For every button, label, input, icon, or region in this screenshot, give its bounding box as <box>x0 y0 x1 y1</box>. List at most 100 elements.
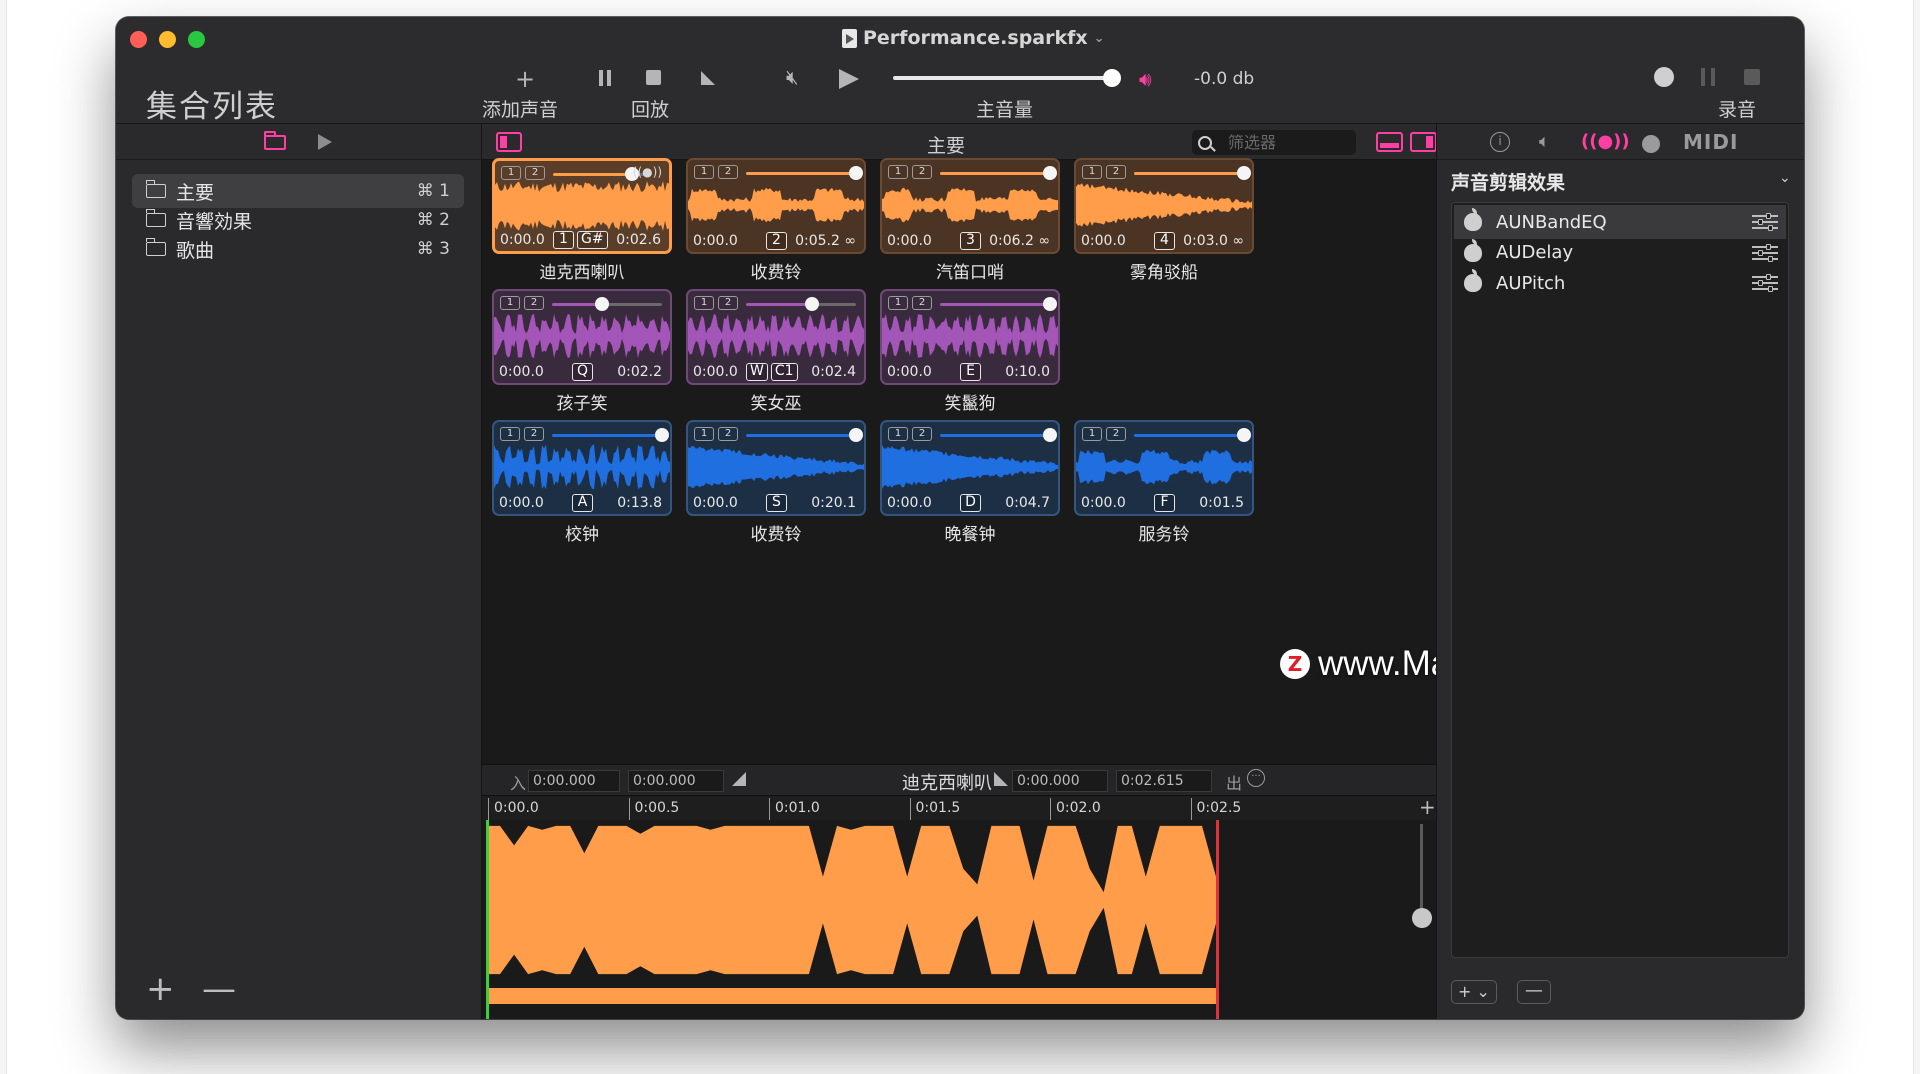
stop-icon[interactable] <box>646 70 661 85</box>
zoom-knob[interactable] <box>1412 908 1432 928</box>
channel-chip[interactable]: 1 <box>1082 165 1102 179</box>
tile-volume-knob[interactable] <box>1043 166 1057 180</box>
effect-settings-icon[interactable] <box>1752 243 1778 263</box>
volume-icon[interactable]: 🔈︎ <box>1539 131 1550 152</box>
channel-chip[interactable]: 2 <box>912 165 932 179</box>
tile-volume-knob[interactable] <box>594 297 609 311</box>
channel-chip[interactable]: 2 <box>524 296 544 310</box>
record-stop-icon[interactable] <box>1744 69 1760 85</box>
folder-icon[interactable] <box>264 131 286 150</box>
mute-icon[interactable]: 🔇︎ <box>786 67 799 87</box>
record-pause-icon[interactable] <box>1701 68 1715 86</box>
tile-volume-slider[interactable] <box>1134 434 1244 437</box>
sound-tile-box[interactable]: 1 2 0:00.0 0:01.5 F <box>1074 420 1254 516</box>
sound-tile-box[interactable]: 1 2 0:00.0 0:02.2 Q <box>492 289 672 385</box>
chevron-down-icon[interactable]: ⌄ <box>1779 170 1791 186</box>
end-marker[interactable] <box>1216 820 1219 1019</box>
info-icon[interactable]: i <box>1490 132 1510 152</box>
sound-tile-box[interactable]: 1 2 ((●)) 0:00.0 0:02.6 1 G# <box>492 158 672 254</box>
channel-chip[interactable]: 2 <box>718 296 738 310</box>
fade-out-editor-icon[interactable] <box>994 771 1008 790</box>
minimize-window-button[interactable] <box>159 31 176 48</box>
tile-volume-slider[interactable] <box>1134 172 1244 175</box>
channel-chip[interactable]: 2 <box>524 427 544 441</box>
channel-chip[interactable]: 1 <box>888 165 908 179</box>
window-title[interactable]: Performance.sparkfx ⌄ <box>842 25 1105 51</box>
channel-chip[interactable]: 1 <box>694 296 714 310</box>
master-volume-knob[interactable] <box>1103 69 1121 87</box>
channel-chip[interactable]: 1 <box>501 166 521 180</box>
master-volume-slider[interactable] <box>893 76 1113 80</box>
sound-tile-box[interactable]: 1 2 0:00.0 0:04.7 D <box>880 420 1060 516</box>
toggle-editor-icon[interactable] <box>1376 132 1403 152</box>
sound-tile-box[interactable]: 1 2 0:00.0 0:20.1 S <box>686 420 866 516</box>
sound-tile-box[interactable]: 1 2 0:00.0 0:03.0 ∞ 4 <box>1074 158 1254 254</box>
channel-chip[interactable]: 2 <box>718 165 738 179</box>
editor-waveform[interactable] <box>486 820 1398 1019</box>
in-start-field[interactable]: 0:00.000 <box>528 770 620 792</box>
zoom-slider[interactable] <box>1420 824 1423 914</box>
add-sound-label[interactable]: 添加声音 <box>482 95 558 122</box>
add-sound-icon[interactable]: + <box>515 67 535 91</box>
sound-tile-box[interactable]: 1 2 0:00.0 0:13.8 A <box>492 420 672 516</box>
tile-volume-knob[interactable] <box>1043 428 1057 442</box>
add-effect-button[interactable]: + ⌄ <box>1451 980 1497 1004</box>
sound-tile[interactable]: 1 2 0:00.0 0:06.2 ∞ 3 汽笛口哨 <box>880 158 1060 283</box>
sound-tile[interactable]: 1 2 0:00.0 0:13.8 A 校钟 <box>492 420 672 545</box>
sound-tile[interactable]: 1 2 0:00.0 0:10.0 E 笑鬣狗 <box>880 289 1060 414</box>
fade-in-icon[interactable] <box>732 771 746 790</box>
more-options-icon[interactable]: ··· <box>1247 769 1265 787</box>
tile-volume-knob[interactable] <box>1043 297 1057 311</box>
tile-volume-slider[interactable] <box>552 434 662 437</box>
channel-chip[interactable]: 1 <box>694 427 714 441</box>
tile-volume-slider[interactable] <box>940 172 1050 175</box>
effect-item[interactable]: AUDelay <box>1454 236 1786 270</box>
tile-volume-slider[interactable] <box>746 303 812 306</box>
sound-tile[interactable]: 1 2 0:00.0 0:20.1 S 收费铃 <box>686 420 866 545</box>
channel-chip[interactable]: 1 <box>500 427 520 441</box>
effect-settings-icon[interactable] <box>1752 273 1778 293</box>
play-icon[interactable] <box>839 69 859 89</box>
sound-tile[interactable]: 1 2 0:00.0 0:02.2 Q 孩子笑 <box>492 289 672 414</box>
effect-settings-icon[interactable] <box>1752 212 1778 232</box>
close-window-button[interactable] <box>130 31 147 48</box>
channel-chip[interactable]: 1 <box>888 427 908 441</box>
midi-tab[interactable]: MIDI <box>1683 130 1738 154</box>
channel-chip[interactable]: 2 <box>718 427 738 441</box>
broadcast-icon[interactable]: ((●)) <box>1581 131 1630 152</box>
sound-tile-box[interactable]: 1 2 0:00.0 0:06.2 ∞ 3 <box>880 158 1060 254</box>
play-list-icon[interactable] <box>318 134 332 150</box>
channel-chip[interactable]: 2 <box>525 166 545 180</box>
effect-item[interactable]: AUNBandEQ <box>1454 205 1786 239</box>
pause-icon[interactable] <box>599 70 611 86</box>
channel-chip[interactable]: 1 <box>1082 427 1102 441</box>
tile-volume-knob[interactable] <box>1237 428 1251 442</box>
zoom-in-icon[interactable]: + <box>1419 795 1436 819</box>
channel-chip[interactable]: 2 <box>912 296 932 310</box>
effect-item[interactable]: AUPitch <box>1454 266 1786 300</box>
start-marker[interactable] <box>486 820 489 1019</box>
tile-volume-knob[interactable] <box>849 166 863 180</box>
remove-set-icon[interactable]: — <box>202 972 236 1006</box>
sidebar-item[interactable]: 歌曲 ⌘ 3 <box>132 232 464 266</box>
sound-tile[interactable]: 1 2 0:00.0 0:01.5 F 服务铃 <box>1074 420 1254 545</box>
tile-volume-slider[interactable] <box>940 434 1050 437</box>
tile-volume-knob[interactable] <box>1237 166 1251 180</box>
sound-tile[interactable]: 1 2 0:00.0 0:03.0 ∞ 4 雾角驳船 <box>1074 158 1254 283</box>
remove-effect-button[interactable]: — <box>1517 980 1551 1004</box>
sound-tile-box[interactable]: 1 2 0:00.0 0:05.2 ∞ 2 <box>686 158 866 254</box>
tile-volume-slider[interactable] <box>553 173 633 176</box>
channel-chip[interactable]: 1 <box>888 296 908 310</box>
sound-tile[interactable]: 1 2 0:00.0 0:04.7 D 晚餐钟 <box>880 420 1060 545</box>
speaker-icon[interactable]: 🔊︎ <box>1139 67 1152 91</box>
zoom-window-button[interactable] <box>188 31 205 48</box>
fade-out-icon[interactable] <box>701 71 715 85</box>
tile-volume-slider[interactable] <box>746 434 856 437</box>
tile-volume-knob[interactable] <box>849 428 863 442</box>
record-tab-icon[interactable] <box>1642 135 1660 153</box>
sound-tile[interactable]: 1 2 0:00.0 0:05.2 ∞ 2 收费铃 <box>686 158 866 283</box>
channel-chip[interactable]: 1 <box>500 296 520 310</box>
out-end-field[interactable]: 0:02.615 <box>1116 770 1212 792</box>
sound-tile[interactable]: 1 2 0:00.0 0:02.4 W C1 笑女巫 <box>686 289 866 414</box>
out-start-field[interactable]: 0:00.000 <box>1012 770 1108 792</box>
